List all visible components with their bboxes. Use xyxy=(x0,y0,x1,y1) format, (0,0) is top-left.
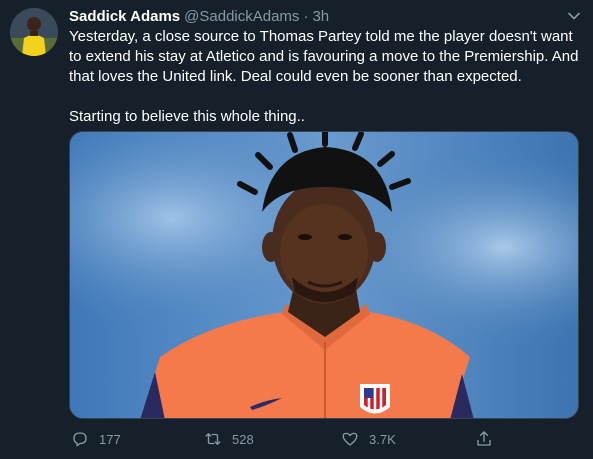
retweet-button[interactable]: 528 xyxy=(204,430,254,448)
reply-button[interactable]: 177 xyxy=(71,430,121,448)
reply-icon xyxy=(73,432,87,447)
tweet-paragraph: Starting to believe this whole thing.. xyxy=(69,108,305,125)
chevron-down-icon xyxy=(568,12,580,20)
share-button[interactable] xyxy=(475,430,493,448)
tweet-time[interactable]: 3h xyxy=(312,8,329,25)
author-name[interactable]: Saddick Adams xyxy=(69,8,180,25)
tweet: Saddick Adams @SaddickAdams · 3h Yesterd… xyxy=(0,0,593,459)
tweet-text: Yesterday, a close source to Thomas Part… xyxy=(69,27,584,127)
tweet-paragraph: Yesterday, a close source to Thomas Part… xyxy=(69,28,579,85)
reply-count: 177 xyxy=(99,431,121,447)
heart-icon xyxy=(342,432,358,446)
avatar[interactable] xyxy=(10,8,58,56)
like-count: 3.7K xyxy=(369,431,396,447)
separator: · xyxy=(303,8,309,25)
tweet-actions: 177 528 3.7K xyxy=(69,428,584,450)
like-button[interactable]: 3.7K xyxy=(341,430,396,448)
avatar-image xyxy=(10,8,58,56)
share-icon xyxy=(477,431,491,446)
retweet-icon xyxy=(205,433,221,445)
retweet-count: 528 xyxy=(232,431,254,447)
more-options-button[interactable] xyxy=(564,6,584,26)
author-handle[interactable]: @SaddickAdams xyxy=(184,8,299,25)
tweet-media-photo[interactable] xyxy=(69,131,579,419)
tweet-header: Saddick Adams @SaddickAdams · 3h xyxy=(69,8,329,28)
photo-image xyxy=(70,132,578,418)
